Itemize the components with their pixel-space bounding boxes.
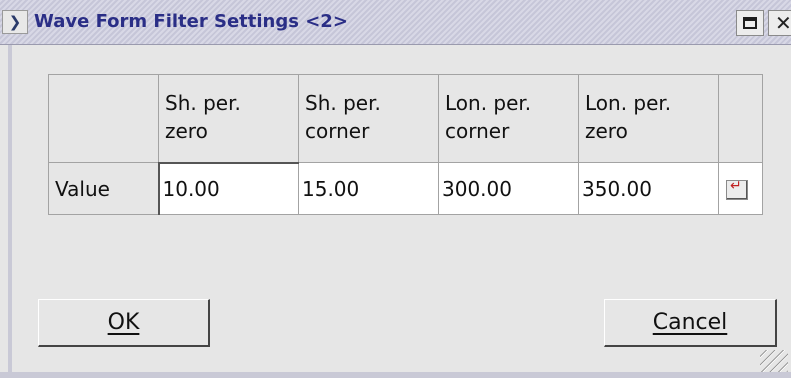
revert-icon[interactable] [726,178,748,200]
window-title: Wave Form Filter Settings <2> [34,11,348,32]
header-row: Sh. per. zero Sh. per. corner Lon. per. cor… [48,74,763,163]
value-cell-long-zero[interactable]: 350.00 [578,162,719,215]
column-header-empty [718,74,763,163]
resize-grip[interactable] [760,350,788,372]
revert-cell [718,162,763,215]
close-button[interactable]: ✕ [768,10,791,36]
value-cell-short-corner[interactable]: 15.00 [298,162,439,215]
column-header: Lon. per. corner [438,74,579,163]
chevron-down-icon: ❯ [8,13,22,31]
value-cell-long-corner[interactable]: 300.00 [438,162,579,215]
column-header: Lon. per. zero [578,74,719,163]
value-cell-short-zero[interactable]: 10.00 [157,161,299,215]
column-header: Sh. per. zero [158,74,299,163]
maximize-icon [743,17,757,29]
column-header: Sh. per. corner [298,74,439,163]
window-border-left [8,45,12,375]
row-header: Value [48,162,159,215]
maximize-button[interactable] [736,10,764,36]
filter-table: Sh. per. zero Sh. per. corner Lon. per. cor… [48,74,763,215]
window-menu-button[interactable]: ❯ [2,10,28,34]
cancel-button[interactable]: Cancel [604,299,777,347]
close-icon: ✕ [775,11,791,35]
filter-settings-dialog: ❯ Wave Form Filter Settings <2> ✕ Sh. pe… [0,0,791,378]
ok-button[interactable]: OK [38,299,210,347]
corner-cell [48,74,159,163]
table-row: Value 10.00 15.00 300.00 350.00 [48,161,763,215]
title-bar[interactable]: ❯ Wave Form Filter Settings <2> ✕ [0,0,791,45]
window-border-bottom [0,372,791,378]
